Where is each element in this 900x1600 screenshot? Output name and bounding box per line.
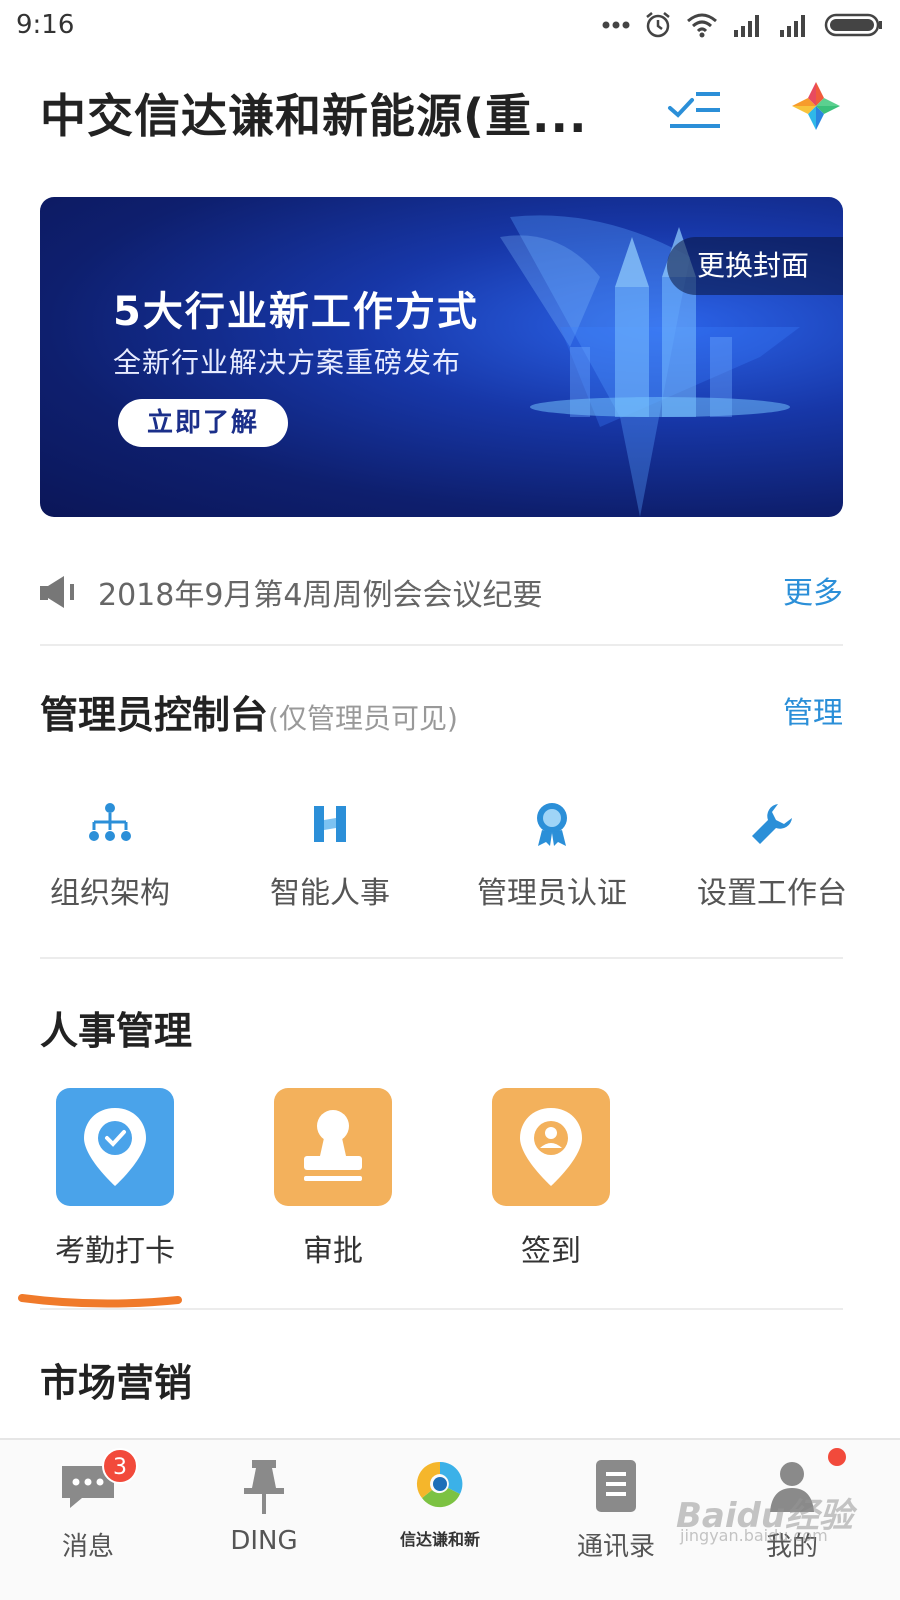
app-label: 签到 — [521, 1234, 581, 1269]
approval-tile[interactable] — [274, 1088, 392, 1206]
admin-item-workbench-settings[interactable]: 设置工作台 — [672, 800, 872, 911]
status-icons — [602, 8, 884, 42]
checkin-location-icon — [84, 1108, 146, 1186]
wifi-icon — [687, 13, 717, 38]
app-signin[interactable]: 签到 — [471, 1088, 631, 1270]
nav-company-home[interactable]: 信达谦和新 — [370, 1454, 510, 1550]
more-link[interactable]: 更多 — [783, 568, 843, 612]
header: 中交信达谦和新能源(重... — [0, 70, 900, 150]
manage-link[interactable]: 管理 — [783, 688, 843, 732]
nav-label: 消息 — [61, 1532, 114, 1562]
admin-item-label: 智能人事 — [270, 876, 390, 911]
admin-item-label: 组织架构 — [50, 876, 170, 911]
attendance-tile[interactable] — [56, 1088, 174, 1206]
orange-underline-annotation — [18, 1294, 182, 1308]
notification-dot — [828, 1448, 846, 1466]
admin-item-smart-hr[interactable]: 智能人事 — [230, 800, 430, 911]
wrench-icon — [752, 804, 792, 844]
nav-ding[interactable]: DING — [194, 1454, 334, 1556]
nav-label: 通讯录 — [576, 1532, 655, 1562]
admin-item-label: 设置工作台 — [697, 876, 847, 911]
divider — [40, 957, 843, 959]
app-label: 审批 — [303, 1234, 363, 1269]
org-chart-icon — [89, 803, 131, 841]
more-dots-icon — [602, 21, 630, 29]
smart-hr-icon — [314, 806, 346, 842]
stamp-icon — [304, 1110, 362, 1181]
signin-tile[interactable] — [492, 1088, 610, 1206]
watermark-url: jingyan.baidu.com — [680, 1526, 828, 1545]
admin-console-title: 管理员控制台(仅管理员可见) — [40, 684, 458, 739]
admin-item-org-structure[interactable]: 组织架构 — [10, 800, 210, 911]
certification-badge-icon — [537, 803, 567, 846]
app-label: 考勤打卡 — [55, 1234, 175, 1269]
app-approval[interactable]: 审批 — [253, 1088, 413, 1270]
marketing-section-title: 市场营销 — [40, 1361, 193, 1405]
banner-subtitle: 全新行业解决方案重磅发布 — [113, 346, 462, 379]
admin-item-label: 管理员认证 — [477, 876, 627, 911]
signal-icon — [734, 15, 759, 37]
change-cover-button[interactable]: 更换封面 — [666, 237, 843, 295]
banner-headline: 5大行业新工作方式 — [113, 289, 479, 335]
announcement-text[interactable]: 2018年9月第4周周例会会议纪要 — [98, 570, 543, 614]
status-bar: 9:16 — [0, 0, 900, 50]
divider — [40, 1308, 843, 1310]
divider — [40, 644, 843, 646]
alarm-icon — [646, 12, 670, 38]
task-list-icon[interactable] — [664, 84, 724, 134]
signin-location-icon — [520, 1108, 582, 1186]
promo-banner[interactable]: 5大行业新工作方式 全新行业解决方案重磅发布 立即了解 更换封面 — [40, 197, 843, 517]
speaker-icon — [40, 576, 74, 608]
admin-console-heading: 管理员控制台 — [40, 693, 269, 737]
contacts-book-icon — [596, 1460, 636, 1512]
company-logo-icon — [416, 1461, 463, 1508]
organization-title[interactable]: 中交信达谦和新能源(重... — [40, 80, 600, 146]
admin-item-admin-certification[interactable]: 管理员认证 — [452, 800, 652, 911]
nav-label: 信达谦和新 — [399, 1530, 480, 1549]
admin-only-note: (仅管理员可见) — [268, 702, 458, 735]
learn-more-button[interactable]: 立即了解 — [118, 399, 288, 447]
nav-contacts[interactable]: 通讯录 — [546, 1454, 686, 1563]
announcement-bar[interactable]: 2018年9月第4周周例会会议纪要 更多 — [40, 560, 843, 624]
nav-messages[interactable]: 3 消息 — [18, 1448, 158, 1563]
app-attendance[interactable]: 考勤打卡 — [35, 1088, 195, 1270]
unread-badge: 3 — [102, 1448, 138, 1484]
signal-icon — [780, 15, 805, 37]
pin-icon — [244, 1460, 284, 1514]
battery-icon — [824, 13, 882, 37]
status-time: 9:16 — [16, 10, 75, 40]
nav-label: DING — [230, 1526, 298, 1556]
hr-section-title: 人事管理 — [40, 1009, 193, 1053]
app-launcher-icon[interactable] — [788, 78, 844, 134]
